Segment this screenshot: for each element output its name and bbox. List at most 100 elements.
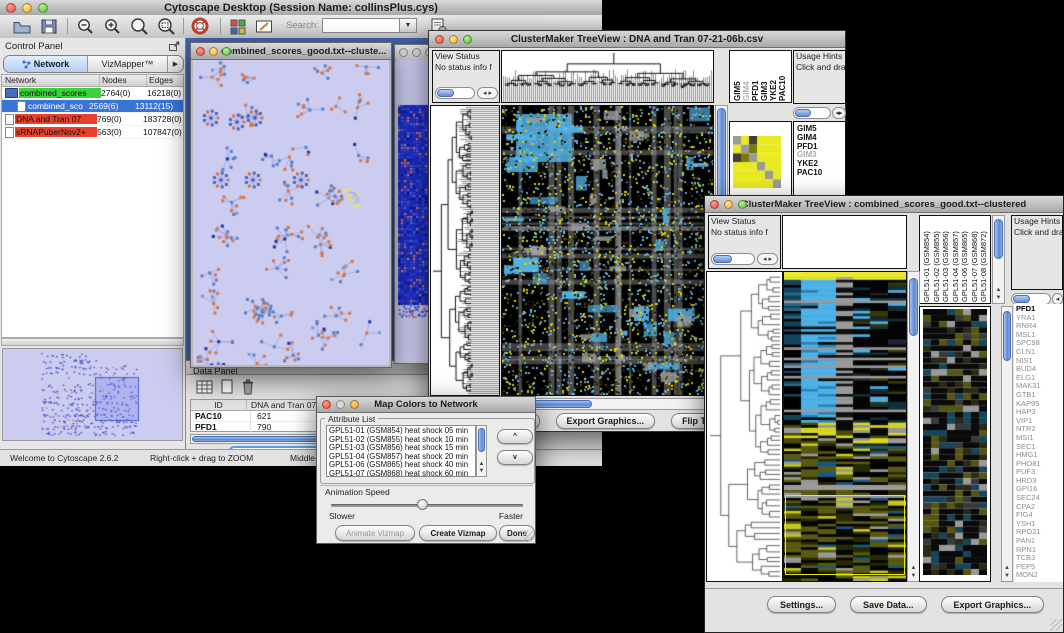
animation-speed-slider-thumb[interactable] — [417, 499, 428, 510]
tv2-gene-label[interactable]: MON2 — [1016, 571, 1063, 580]
tv1-usage-scroll-arrows[interactable]: ◂▸ — [832, 107, 846, 119]
minimize-button[interactable] — [449, 35, 458, 44]
main-titlebar[interactable]: Cytoscape Desktop (Session Name: collins… — [0, 0, 602, 16]
tv1-mini-heatmap-canvas[interactable] — [733, 136, 781, 188]
attribute-scroll-down[interactable]: ▼ — [477, 468, 486, 474]
tv1-column-labels-panel[interactable]: GIM5GIM4PFD1GIM3YKE2PAC10 — [729, 50, 792, 103]
tv2-heatmap-panel[interactable] — [783, 271, 907, 582]
minimize-button[interactable] — [412, 48, 421, 57]
tv1-status-scroll-arrows[interactable]: ◂ ▸ — [477, 87, 498, 99]
tv1-column-label[interactable]: YKE2 — [769, 51, 778, 101]
table-grid-icon[interactable] — [195, 379, 215, 396]
tab-network[interactable]: Network — [4, 56, 88, 72]
tv1-row-dendrogram[interactable] — [431, 106, 499, 395]
zoom-in-icon[interactable] — [103, 17, 124, 36]
attribute-list-item[interactable]: GPL51-07 (GSM868) heat shock 60 min — [329, 470, 475, 477]
tv1-status-scroll-thumb[interactable] — [437, 89, 454, 97]
network-overview-canvas[interactable] — [3, 349, 182, 440]
zoom-button[interactable] — [350, 400, 359, 409]
tv2-column-label[interactable]: GPL51-06 (GSM865) — [960, 216, 970, 302]
tv2-collabels-up[interactable]: ▲ — [993, 287, 1004, 293]
tv1-column-label[interactable]: GIM4 — [742, 51, 751, 101]
tv2-secondary-heatmap-canvas[interactable] — [923, 309, 987, 575]
column-header-id[interactable]: ID — [191, 400, 247, 410]
column-header-network[interactable]: Network — [2, 75, 100, 86]
delete-attribute-icon[interactable] — [239, 377, 257, 396]
move-up-button[interactable]: ^ — [497, 429, 533, 444]
attribute-list[interactable]: GPL51-01 (GSM854) heat shock 05 minGPL51… — [326, 425, 476, 477]
annotation-icon[interactable] — [254, 17, 274, 36]
resize-grip[interactable] — [522, 530, 534, 542]
tv2-secondary-scrollbar[interactable]: ▲ ▼ — [1001, 306, 1013, 582]
network-name[interactable]: combined_sco — [27, 101, 89, 111]
network-name[interactable]: sRNAPuberNov2+ — [15, 127, 97, 137]
search-dropdown-button[interactable]: ▼ — [399, 18, 417, 33]
tv2-collabels-scrollbar[interactable]: ▲ ▼ — [992, 215, 1005, 304]
tv2-secondary-scroll-thumb[interactable] — [1003, 311, 1011, 361]
tv2-row-dendrogram[interactable] — [707, 272, 782, 581]
network-list-row[interactable]: DNA and Tran 07769(0)183728(0) — [2, 113, 183, 126]
tv2-heatmap-selection[interactable] — [785, 495, 905, 575]
tv1-column-tree-panel[interactable] — [501, 50, 714, 103]
zoom-selected-icon[interactable] — [129, 17, 152, 36]
float-panel-icon[interactable] — [168, 40, 181, 53]
tv2-button-2[interactable]: Export Graphics... — [941, 596, 1045, 613]
move-down-button[interactable]: v — [497, 450, 533, 465]
tv2-column-labels-panel[interactable]: GPL51-01 (GSM854)GPL51-02 (GSM855)GPL51-… — [919, 215, 991, 304]
tv2-collabels-scroll-thumb[interactable] — [994, 219, 1003, 259]
tv2-button-1[interactable]: Save Data... — [850, 596, 927, 613]
save-icon[interactable] — [39, 17, 59, 36]
tv1-usage-scrollbar[interactable] — [793, 107, 831, 119]
minimize-button[interactable] — [209, 47, 218, 56]
tv2-usage-scroll-thumb[interactable] — [1013, 295, 1030, 303]
tv1-column-label[interactable]: PAC10 — [778, 51, 787, 101]
network-frame-titlebar[interactable]: combined_scores_good.txt--cluste... — [191, 43, 391, 60]
attribute-scroll-up[interactable]: ▲ — [477, 461, 486, 467]
tv1-gene-label[interactable]: PAC10 — [797, 169, 845, 178]
tv2-column-label[interactable]: GPL51-04 (GSM857) — [951, 216, 961, 302]
close-button[interactable] — [322, 400, 331, 409]
minimize-button[interactable] — [724, 200, 733, 209]
resize-grip[interactable] — [1050, 619, 1062, 631]
tv2-column-label[interactable]: GPL51-01 (GSM854) — [922, 216, 932, 302]
tv2-collabels-down[interactable]: ▼ — [993, 295, 1004, 301]
column-header-edges[interactable]: Edges — [147, 75, 183, 86]
tv2-secondary-down[interactable]: ▼ — [1002, 573, 1012, 579]
tv2-gene-list-panel[interactable]: PFD1YRA1RNR4MSL1SPC98CLN1NIS1BUD4ELG1MAK… — [1014, 304, 1063, 582]
zoom-button[interactable] — [222, 47, 231, 56]
treeview2-titlebar[interactable]: ClusterMaker TreeView : combined_scores_… — [705, 196, 1063, 213]
tv1-column-label[interactable]: GIM5 — [733, 51, 742, 101]
network-canvas[interactable] — [193, 60, 389, 365]
attribute-list-scrollbar[interactable]: ▲ ▼ — [476, 425, 487, 477]
tab-overflow-button[interactable]: ▶ — [168, 56, 183, 72]
tv2-status-scroll-arrows[interactable]: ◂ ▸ — [757, 253, 778, 265]
panel-splitter[interactable] — [1, 338, 184, 346]
help-lifering-icon[interactable] — [190, 16, 211, 37]
close-button[interactable] — [196, 47, 205, 56]
tv2-status-scroll-thumb[interactable] — [713, 255, 732, 263]
network-overview-panel[interactable] — [2, 348, 183, 441]
tv2-vscroll-thumb[interactable] — [909, 278, 918, 336]
tv2-column-tree-panel[interactable] — [782, 215, 907, 269]
minimize-button[interactable] — [22, 3, 32, 13]
zoom-button[interactable] — [738, 200, 747, 209]
close-button[interactable] — [6, 3, 16, 13]
zoom-button[interactable] — [38, 3, 48, 13]
network-list-row[interactable]: combined_sco2569(6)13112(15) — [2, 100, 183, 113]
tv2-column-label[interactable]: GPL51-07 (GSM868) — [970, 216, 980, 302]
close-button[interactable] — [399, 48, 408, 57]
tv1-heatmap-panel[interactable] — [501, 105, 714, 396]
tab-vizmapper[interactable]: VizMapper™ — [88, 56, 168, 72]
minimize-button[interactable] — [336, 400, 345, 409]
search-input[interactable] — [322, 18, 400, 33]
dialog-titlebar[interactable]: Map Colors to Network — [317, 397, 535, 413]
network-list-row[interactable]: sRNAPuberNov2+563(0)107847(0) — [2, 126, 183, 139]
network-name[interactable]: combined_scores — [19, 88, 101, 98]
tv1-button-1[interactable]: Export Graphics... — [556, 413, 656, 429]
vizmapper-icon[interactable] — [228, 17, 248, 36]
tv1-heatmap-canvas[interactable] — [502, 106, 713, 395]
tv1-column-label[interactable]: GIM3 — [760, 51, 769, 101]
zoom-fit-icon[interactable] — [156, 17, 179, 36]
tv2-secondary-up[interactable]: ▲ — [1002, 565, 1012, 571]
tv2-column-label[interactable]: GPL51-08 (GSM872) — [979, 216, 989, 302]
